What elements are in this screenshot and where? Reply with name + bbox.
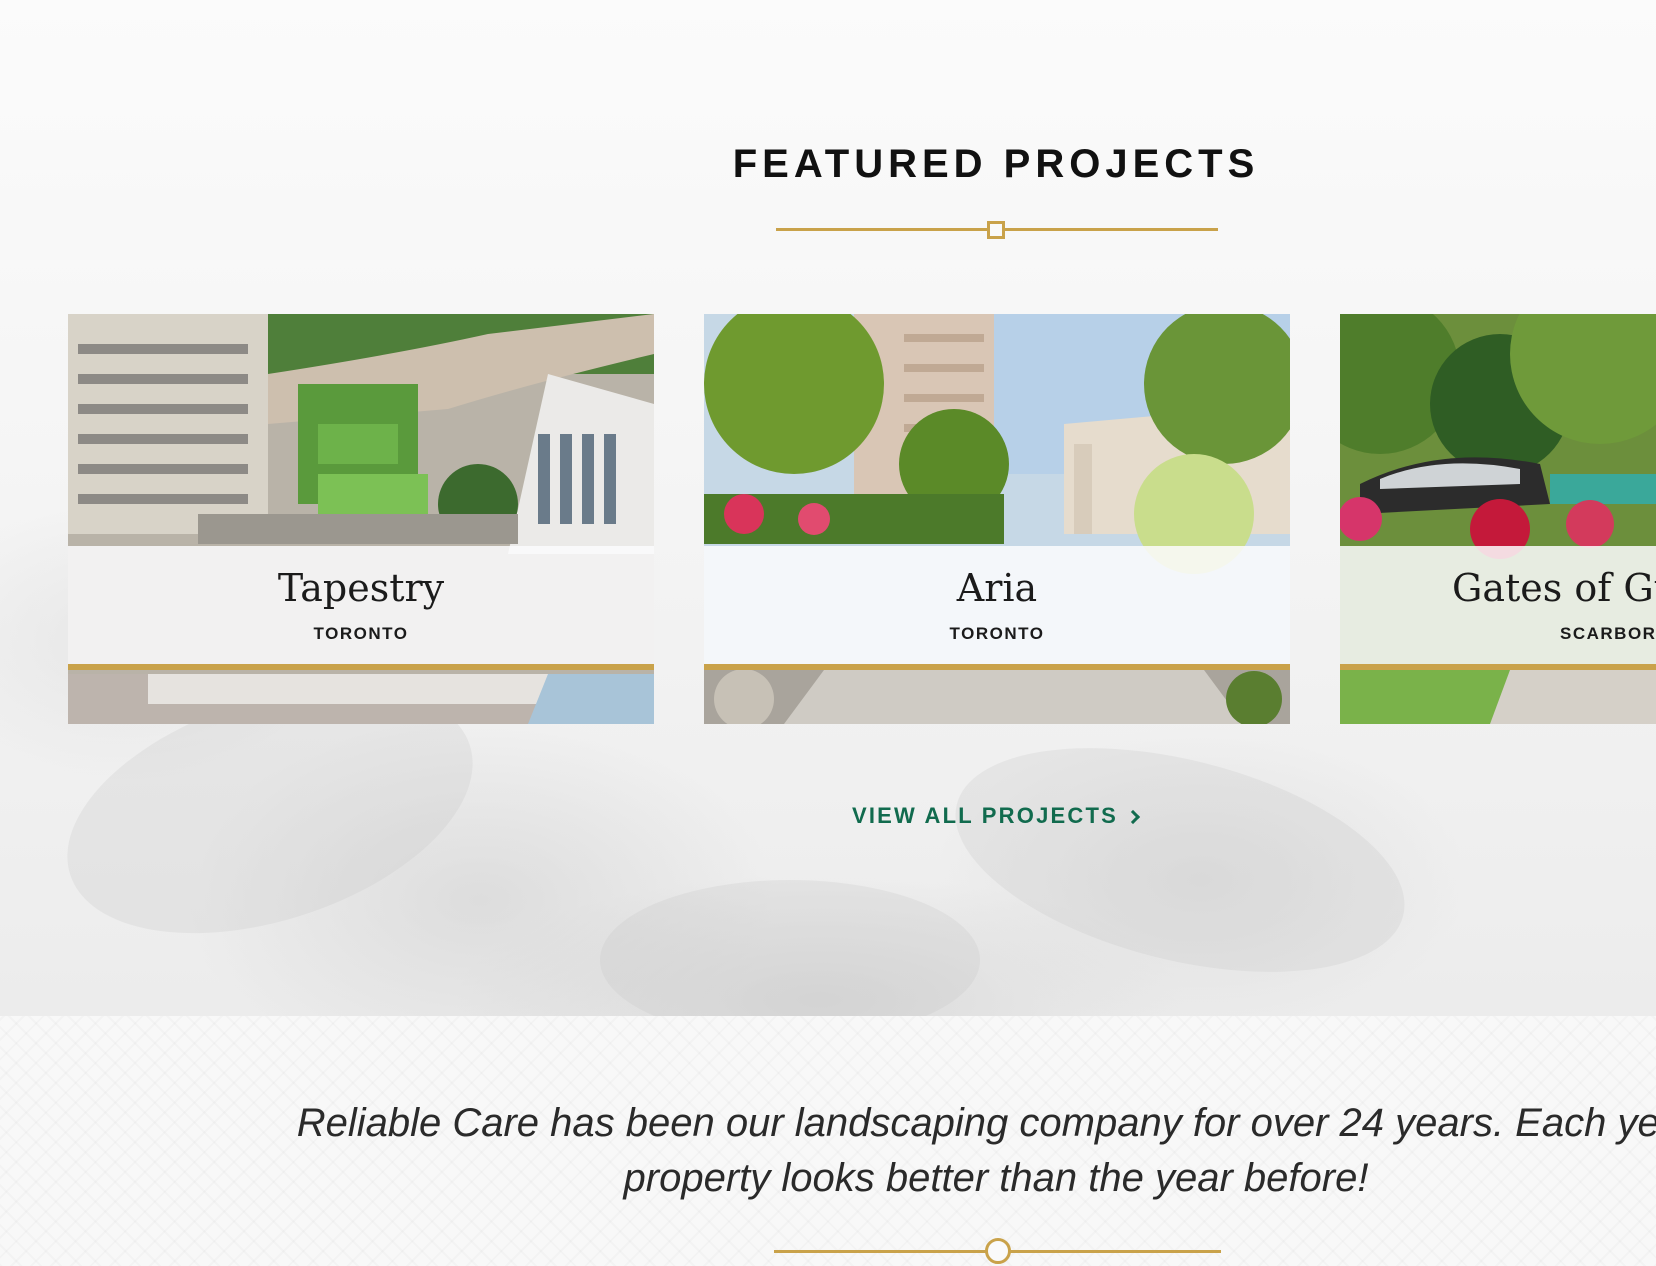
project-name: Aria <box>956 566 1038 610</box>
card-accent-bar <box>704 664 1290 670</box>
project-city: TORONTO <box>949 624 1045 643</box>
testimonial-quote: Reliable Care has been our landscaping c… <box>0 1096 1656 1206</box>
view-all-projects-link[interactable]: VIEW ALL PROJECTS <box>852 803 1141 829</box>
project-card-tapestry[interactable]: Tapestry TORONTO <box>68 314 654 724</box>
testimonial-section: Reliable Care has been our landscaping c… <box>0 1016 1656 1266</box>
project-city: SCARBORO <box>1560 624 1656 643</box>
background-leaf-shape <box>600 880 980 1016</box>
chevron-right-icon <box>1125 809 1141 824</box>
project-card-caption: Aria TORONTO <box>704 546 1290 664</box>
project-card-caption: Gates of Gu SCARBORO <box>1340 546 1656 664</box>
background-leaf-shape <box>932 707 1428 1013</box>
divider-circle-ornament <box>985 1238 1011 1264</box>
project-card-gates-of-gu[interactable]: Gates of Gu SCARBORO <box>1340 314 1656 724</box>
featured-projects-section: FEATURED PROJECTS Tapestry TORONTO Aria … <box>0 0 1656 1016</box>
project-name: Tapestry <box>277 566 445 610</box>
project-name: Gates of Gu <box>1452 566 1656 610</box>
testimonial-line-1: Reliable Care has been our landscaping c… <box>296 1101 1656 1145</box>
testimonial-line-2: property looks better than the year befo… <box>623 1156 1369 1200</box>
project-city: TORONTO <box>313 624 409 643</box>
divider-square-ornament <box>987 221 1005 239</box>
card-accent-bar <box>68 664 654 670</box>
section-title: FEATURED PROJECTS <box>732 142 1260 186</box>
card-accent-bar <box>1340 664 1656 670</box>
project-card-caption: Tapestry TORONTO <box>68 546 654 664</box>
project-card-aria[interactable]: Aria TORONTO <box>704 314 1290 724</box>
view-all-label: VIEW ALL PROJECTS <box>852 803 1118 828</box>
